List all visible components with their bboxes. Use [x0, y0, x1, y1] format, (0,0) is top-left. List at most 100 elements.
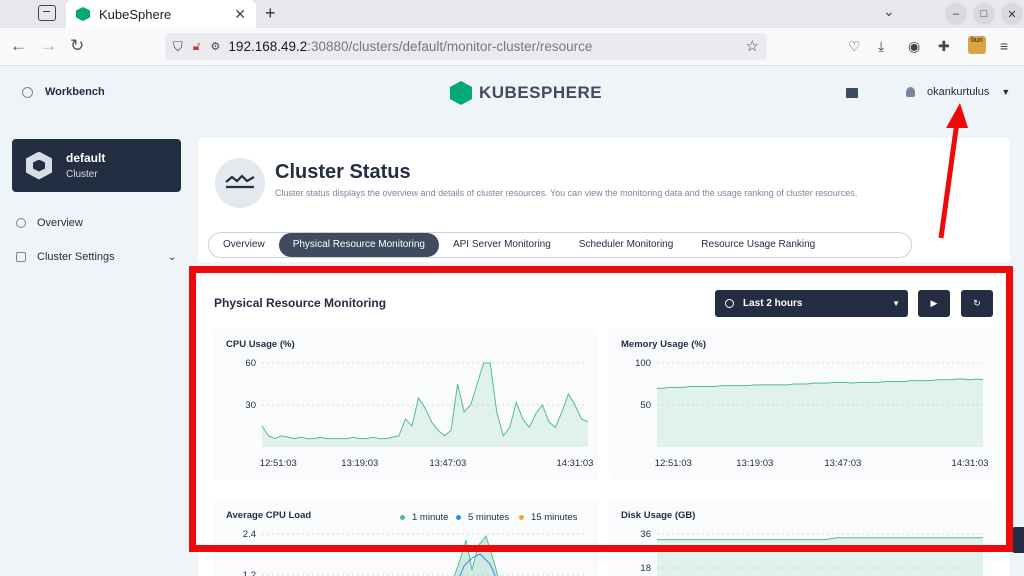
series-area — [657, 537, 983, 576]
cluster-label: Cluster — [66, 169, 98, 180]
floating-tool-tab[interactable] — [1012, 527, 1024, 553]
browser-sidebar-icon[interactable] — [38, 5, 56, 21]
tab-physical-resource-monitoring[interactable]: Physical Resource Monitoring — [278, 233, 439, 257]
legend-1min[interactable]: 1 minute — [400, 512, 448, 523]
maximize-window-icon[interactable]: □ — [973, 3, 995, 25]
y-tick-label: 2.4 — [243, 529, 256, 540]
kubesphere-favicon-icon — [76, 7, 90, 21]
sidebar-item-cluster-settings[interactable]: Cluster Settings ⌄ — [16, 251, 191, 263]
browser-tab-bar: KubeSphere ✕ + ⌄ – □ ✕ — [0, 0, 1024, 28]
username: okankurtulus — [927, 86, 990, 98]
legend-5min[interactable]: 5 minutes — [456, 512, 509, 523]
cpu-usage-chart: 60 30 12:51:03 13:19:03 13:47:03 14:31:03 CPU… — [214, 329, 598, 480]
browser-tab-title: KubeSphere — [99, 6, 172, 22]
chart-title: Memory Usage (%) — [621, 339, 706, 350]
extensions-icon[interactable]: ✚ — [938, 38, 950, 55]
legend-dot — [456, 515, 461, 520]
browser-url-bar: ← → ↻ ⛉ 🔓︎ ⚙ 192.168.49.2:30880/clusters… — [0, 28, 1024, 66]
url-text: 192.168.49.2:30880/clusters/default/moni… — [228, 39, 593, 54]
x-tick-label: 13:47:03 — [429, 458, 466, 469]
tab-resource-usage-ranking[interactable]: Resource Usage Ranking — [687, 233, 829, 257]
bookmark-star-icon[interactable]: ☆ — [746, 37, 759, 55]
settings-gear-icon — [16, 252, 26, 262]
cluster-selector[interactable]: default Cluster — [12, 139, 181, 192]
workbench-label: Workbench — [45, 86, 105, 98]
legend-label: 15 minutes — [531, 512, 578, 523]
tab-list-chevron-icon[interactable]: ⌄ — [883, 3, 895, 20]
refresh-button[interactable]: ↻ — [961, 290, 993, 317]
sidebar-item-label: Cluster Settings — [37, 251, 115, 263]
user-icon — [906, 87, 915, 97]
caret-down-icon: ▼ — [1001, 87, 1011, 97]
close-tab-icon[interactable]: ✕ — [234, 6, 246, 23]
panel-title: Physical Resource Monitoring — [214, 296, 387, 310]
user-menu[interactable]: okankurtulus ▼ — [906, 86, 1010, 98]
y-tick-label: 30 — [245, 400, 256, 411]
sidebar-item-overview[interactable]: Overview — [16, 217, 83, 229]
chart-title: Average CPU Load — [226, 510, 312, 521]
account-icon[interactable]: ◉ — [908, 38, 920, 55]
menu-icon[interactable]: ≡ — [1000, 38, 1008, 54]
kubesphere-logo[interactable]: KUBESPHERE — [450, 81, 602, 105]
tab-api-server-monitoring[interactable]: API Server Monitoring — [439, 233, 565, 257]
memory-usage-chart: 100 50 12:51:03 13:19:03 13:47:03 14:31:03 Me… — [609, 329, 993, 480]
address-field[interactable]: ⛉ 🔓︎ ⚙ 192.168.49.2:30880/clusters/defau… — [165, 33, 767, 60]
downloads-icon[interactable]: ⤓ — [878, 38, 884, 55]
insecure-lock-icon[interactable]: 🔓︎ — [193, 39, 201, 54]
refresh-icon: ↻ — [973, 298, 981, 308]
tab-scheduler-monitoring[interactable]: Scheduler Monitoring — [565, 233, 688, 257]
y-tick-label: 36 — [640, 529, 651, 540]
caret-down-icon: ▼ — [892, 299, 900, 308]
legend-label: 1 minute — [412, 512, 449, 523]
page-header: Cluster Status Cluster status displays t… — [198, 138, 1010, 228]
x-tick-label: 12:51:03 — [655, 458, 692, 469]
page-title: Cluster Status — [275, 161, 411, 183]
y-tick-label: 50 — [640, 400, 651, 411]
y-tick-label: 60 — [245, 358, 256, 369]
clock-icon — [725, 299, 734, 308]
close-window-icon[interactable]: ✕ — [1001, 3, 1023, 25]
legend-15min[interactable]: 15 minutes — [519, 512, 577, 523]
back-arrow-icon[interactable]: ← — [10, 36, 27, 56]
time-range-select[interactable]: Last 2 hours ▼ — [715, 290, 908, 317]
y-tick-label: 100 — [635, 358, 651, 369]
average-cpu-load-chart: 2.4 1.2 Average CPU Load 1 minute 5 minut… — [214, 500, 598, 576]
series-area — [262, 363, 588, 447]
chart-svg: 100 50 12:51:03 13:19:03 13:47:03 14:31:03 — [635, 358, 988, 469]
x-tick-label: 13:19:03 — [341, 458, 378, 469]
legend-label: 5 minutes — [468, 512, 510, 523]
minimize-window-icon[interactable]: – — [945, 3, 967, 25]
forward-arrow-icon[interactable]: → — [40, 36, 57, 56]
new-tab-icon[interactable]: + — [265, 3, 276, 24]
disk-usage-chart: 36 18 Disk Usage (GB) — [609, 500, 993, 576]
workbench-link[interactable]: Workbench — [22, 86, 105, 98]
x-tick-label: 13:47:03 — [824, 458, 861, 469]
y-tick-label: 1.2 — [243, 570, 256, 576]
page-description: Cluster status displays the overview and… — [275, 188, 858, 198]
tabs-container: Overview Physical Resource Monitoring AP… — [198, 228, 1010, 262]
legend-dot — [519, 515, 524, 520]
pocket-icon[interactable]: ♡ — [848, 38, 861, 55]
browser-tab[interactable]: KubeSphere ✕ — [66, 0, 256, 28]
series-area — [657, 378, 983, 447]
toolbox-icon[interactable] — [846, 88, 858, 98]
x-tick-label: 12:51:03 — [260, 458, 297, 469]
shield-icon[interactable]: ⛉ — [173, 39, 183, 55]
app-top-nav: Workbench KUBESPHERE okankurtulus ▼ — [0, 66, 1024, 122]
chart-title: CPU Usage (%) — [226, 339, 295, 350]
physical-resource-panel: Physical Resource Monitoring Last 2 hour… — [198, 274, 1010, 576]
sidebar-item-label: Overview — [37, 217, 83, 229]
x-tick-label: 14:31:03 — [951, 458, 988, 469]
cluster-status-icon — [215, 158, 265, 208]
permissions-icon[interactable]: ⚙ — [211, 40, 221, 53]
x-tick-label: 13:19:03 — [736, 458, 773, 469]
play-button[interactable]: ▶ — [918, 290, 950, 317]
chart-title: Disk Usage (GB) — [621, 510, 696, 521]
chart-svg: 60 30 12:51:03 13:19:03 13:47:03 14:31:03 — [245, 358, 593, 469]
extension-avatar-icon[interactable]: buri — [968, 36, 986, 54]
reload-icon[interactable]: ↻ — [70, 36, 84, 56]
time-range-value: Last 2 hours — [743, 298, 803, 309]
cluster-name: default — [66, 151, 106, 165]
tab-overview[interactable]: Overview — [209, 233, 279, 257]
x-tick-label: 14:31:03 — [556, 458, 593, 469]
